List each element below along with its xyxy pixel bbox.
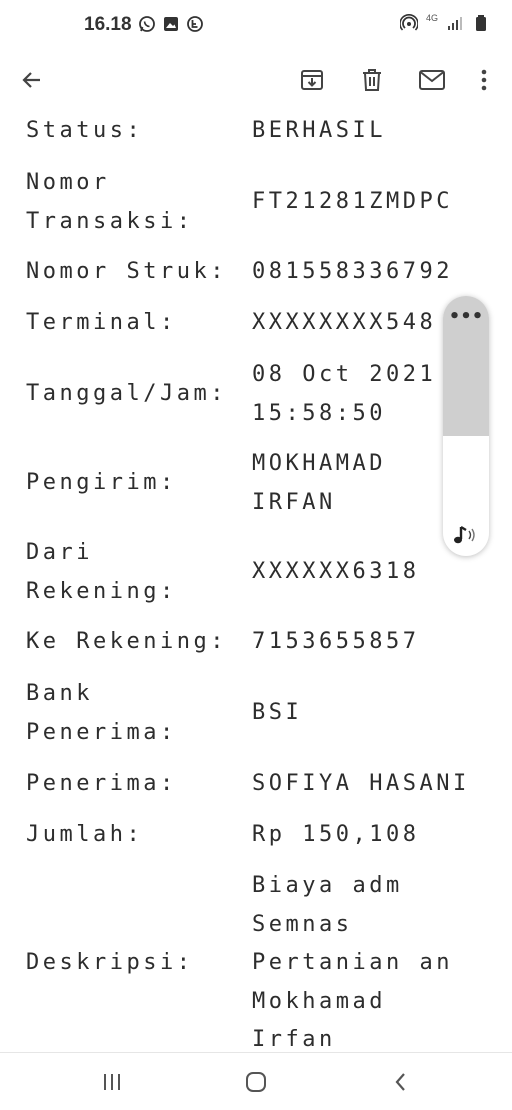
4g-icon: 4G bbox=[425, 13, 438, 23]
source-account-value: XXXXXX6318 bbox=[252, 559, 420, 584]
amount-value: Rp 150,108 bbox=[252, 822, 420, 847]
recent-apps-button[interactable] bbox=[97, 1067, 127, 1097]
whatsapp-icon bbox=[139, 16, 155, 32]
music-note-icon[interactable] bbox=[452, 524, 480, 546]
receipt-number-value: 081558336792 bbox=[252, 259, 453, 284]
status-label: Status: bbox=[26, 118, 144, 143]
battery-icon bbox=[476, 15, 486, 31]
status-bar: 16.18 4G bbox=[0, 0, 512, 52]
archive-icon bbox=[301, 70, 323, 90]
delete-button[interactable] bbox=[354, 62, 390, 98]
floating-audio-widget[interactable]: ••• bbox=[443, 296, 489, 556]
back-button[interactable] bbox=[14, 62, 50, 98]
hotspot-icon bbox=[399, 14, 418, 31]
terminal-label: Terminal: bbox=[26, 310, 177, 335]
notification-icons bbox=[138, 15, 204, 33]
mark-unread-button[interactable] bbox=[414, 62, 450, 98]
home-icon bbox=[246, 1072, 266, 1092]
back-icon bbox=[395, 1073, 405, 1091]
description-value: Biaya adm Semnas Pertanian an Mokhamad I… bbox=[252, 873, 453, 1052]
more-options-button[interactable] bbox=[466, 62, 502, 98]
destination-account-label: Ke Rekening: bbox=[26, 629, 227, 654]
destination-account-value: 7153655857 bbox=[252, 629, 420, 654]
system-nav-bar bbox=[0, 1052, 512, 1110]
home-button[interactable] bbox=[241, 1067, 271, 1097]
sender-label: Pengirim: bbox=[26, 470, 177, 495]
mail-icon bbox=[419, 70, 445, 90]
widget-menu-dots-icon[interactable]: ••• bbox=[443, 308, 489, 326]
recipient-label: Penerima: bbox=[26, 771, 177, 796]
nav-back-button[interactable] bbox=[386, 1067, 416, 1097]
more-vert-icon bbox=[481, 69, 487, 91]
system-icons: 4G bbox=[399, 13, 490, 32]
transaction-number-label: Nomor Transaksi: bbox=[26, 170, 194, 234]
datetime-label: Tanggal/Jam: bbox=[26, 381, 227, 406]
recipient-bank-label: Bank Penerima: bbox=[26, 681, 177, 745]
status-time: 16.18 bbox=[84, 14, 132, 35]
source-account-label: Dari Rekening: bbox=[26, 540, 177, 604]
status-value: BERHASIL bbox=[252, 118, 386, 143]
gallery-icon bbox=[164, 17, 178, 31]
app-toolbar bbox=[0, 52, 512, 104]
amount-label: Jumlah: bbox=[26, 822, 144, 847]
signal-icon bbox=[448, 17, 462, 30]
recipient-bank-value: BSI bbox=[252, 700, 303, 725]
transaction-details: Status: BERHASIL Nomor Transaksi: FT2128… bbox=[0, 110, 512, 1055]
recipient-value: SOFIYA HASANI bbox=[252, 771, 470, 796]
archive-button[interactable] bbox=[294, 62, 330, 98]
receipt-number-label: Nomor Struk: bbox=[26, 259, 227, 284]
transaction-number-value: FT21281ZMDPC bbox=[252, 189, 453, 214]
description-label: Deskripsi: bbox=[26, 950, 194, 975]
trash-icon bbox=[363, 69, 381, 91]
shop-icon bbox=[187, 16, 203, 32]
back-arrow-icon bbox=[22, 72, 40, 88]
recent-apps-icon bbox=[104, 1074, 120, 1090]
